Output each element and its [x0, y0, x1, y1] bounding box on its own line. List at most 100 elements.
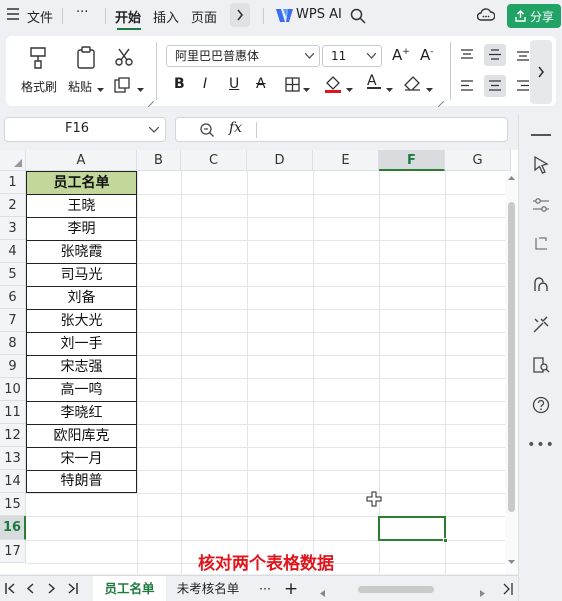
row-header-13[interactable]: 13: [0, 447, 26, 470]
tab-start[interactable]: 开始: [115, 7, 141, 26]
align-center-button[interactable]: [484, 75, 506, 97]
row-header-17[interactable]: 17: [0, 540, 26, 563]
scroll-down-icon[interactable]: [508, 560, 515, 565]
menu-scroll-right-button[interactable]: [230, 3, 250, 27]
paste-button[interactable]: 粘贴: [68, 78, 92, 95]
add-sheet-button[interactable]: +: [280, 576, 302, 601]
row-header-1[interactable]: 1: [0, 171, 26, 194]
eraser-icon[interactable]: [404, 76, 421, 95]
increase-font-icon[interactable]: A+: [392, 46, 410, 64]
book-search-icon[interactable]: [530, 354, 552, 376]
first-sheet-icon[interactable]: [5, 583, 15, 598]
table-cell[interactable]: 特朗普: [26, 470, 137, 493]
table-cell[interactable]: 张晓霞: [26, 240, 137, 264]
tab-page[interactable]: 页面: [191, 7, 217, 26]
table-cell[interactable]: 刘备: [26, 286, 137, 310]
row-header-5[interactable]: 5: [0, 263, 26, 286]
sheet-tabs-more[interactable]: ···: [250, 576, 280, 601]
row-header-12[interactable]: 12: [0, 424, 26, 447]
collapse-icon[interactable]: [531, 134, 551, 136]
column-header-a[interactable]: A: [26, 150, 137, 171]
underline-icon[interactable]: U: [229, 76, 239, 92]
table-cell[interactable]: 宋一月: [26, 447, 137, 471]
font-size-select[interactable]: 11: [322, 45, 382, 67]
row-header-6[interactable]: 6: [0, 286, 26, 309]
table-cell[interactable]: 王晓: [26, 194, 137, 218]
tab-insert[interactable]: 插入: [153, 7, 179, 26]
row-header-8[interactable]: 8: [0, 332, 26, 355]
table-cell[interactable]: 欧阳库克: [26, 424, 137, 448]
cloud-icon[interactable]: [476, 7, 496, 27]
next-sheet-icon[interactable]: [48, 583, 56, 598]
row-header-15[interactable]: 15: [0, 493, 26, 516]
selected-cell[interactable]: [378, 516, 448, 543]
strikethrough-icon[interactable]: A: [256, 76, 266, 92]
table-cell[interactable]: 司马光: [26, 263, 137, 287]
fill-handle[interactable]: [443, 538, 448, 543]
filter-settings-icon[interactable]: [530, 194, 552, 216]
chevron-down-icon[interactable]: [386, 82, 393, 97]
row-header-4[interactable]: 4: [0, 240, 26, 263]
sheet-tab-unassessed[interactable]: 未考核名单: [168, 576, 248, 601]
table-cell[interactable]: 高一鸣: [26, 378, 137, 402]
align-left-icon[interactable]: [460, 80, 474, 96]
menu-more[interactable]: ···: [76, 5, 88, 20]
column-header-e[interactable]: E: [313, 150, 379, 171]
menu-file[interactable]: 文件: [27, 7, 53, 26]
search-icon[interactable]: [350, 8, 366, 28]
vertical-scroll-thumb[interactable]: [508, 202, 515, 512]
ai-assistant-icon[interactable]: [530, 274, 552, 296]
select-cursor-icon[interactable]: [530, 154, 552, 176]
row-header-3[interactable]: 3: [0, 217, 26, 240]
table-cell[interactable]: 李明: [26, 217, 137, 241]
row-header-9[interactable]: 9: [0, 355, 26, 378]
cut-icon[interactable]: [114, 47, 134, 71]
menu-icon[interactable]: [6, 7, 20, 25]
row-header-16[interactable]: 16: [0, 516, 26, 540]
row-header-11[interactable]: 11: [0, 401, 26, 424]
chevron-down-icon[interactable]: [346, 82, 353, 97]
bold-icon[interactable]: B: [174, 76, 185, 92]
decrease-font-icon[interactable]: A-: [420, 46, 434, 64]
copy-icon[interactable]: [114, 77, 134, 97]
zoom-icon[interactable]: [199, 122, 215, 138]
dialog-launcher-icon[interactable]: [437, 96, 445, 111]
horizontal-scroll-thumb[interactable]: [358, 586, 434, 593]
help-icon[interactable]: [530, 394, 552, 416]
wps-ai-button[interactable]: WPS AI: [296, 7, 342, 22]
column-header-g[interactable]: G: [445, 150, 511, 171]
fx-icon[interactable]: fx: [229, 120, 242, 136]
font-name-select[interactable]: 阿里巴巴普惠体: [166, 45, 320, 67]
column-header-b[interactable]: B: [137, 150, 181, 171]
chevron-down-icon[interactable]: [137, 82, 144, 97]
table-cell[interactable]: 刘一手: [26, 332, 137, 356]
scroll-right-icon[interactable]: [480, 586, 485, 601]
border-icon[interactable]: [285, 77, 300, 96]
table-header-cell[interactable]: 员工名单: [26, 171, 137, 195]
align-bottom-icon[interactable]: [516, 49, 530, 65]
scroll-left-icon[interactable]: [320, 586, 325, 601]
chevron-down-icon[interactable]: [426, 82, 433, 97]
row-header-14[interactable]: 14: [0, 470, 26, 493]
row-header-10[interactable]: 10: [0, 378, 26, 401]
align-top-icon[interactable]: [460, 49, 474, 65]
spreadsheet-grid[interactable]: A B C D E F G 1 2 3 4 5 6 7 8 9 10 11 12…: [0, 150, 518, 574]
align-middle-button[interactable]: [484, 44, 506, 66]
chevron-down-icon[interactable]: [97, 82, 104, 97]
row-header-2[interactable]: 2: [0, 194, 26, 217]
table-cell[interactable]: 张大光: [26, 309, 137, 333]
format-painter-button[interactable]: 格式刷: [21, 78, 57, 95]
sheet-tab-employees[interactable]: 员工名单: [93, 576, 166, 601]
name-box[interactable]: F16: [4, 117, 166, 142]
align-right-icon[interactable]: [516, 80, 530, 96]
fill-color-icon[interactable]: [324, 74, 342, 98]
table-cell[interactable]: 李晓红: [26, 401, 137, 425]
more-options-icon[interactable]: •••: [527, 434, 554, 456]
dialog-launcher-icon[interactable]: [147, 96, 155, 111]
table-cell[interactable]: 宋志强: [26, 355, 137, 379]
expand-icon[interactable]: [503, 583, 513, 599]
column-header-c[interactable]: C: [181, 150, 247, 171]
ribbon-expand-button[interactable]: [530, 40, 552, 104]
row-header-7[interactable]: 7: [0, 309, 26, 332]
font-color-icon[interactable]: A: [367, 73, 381, 89]
